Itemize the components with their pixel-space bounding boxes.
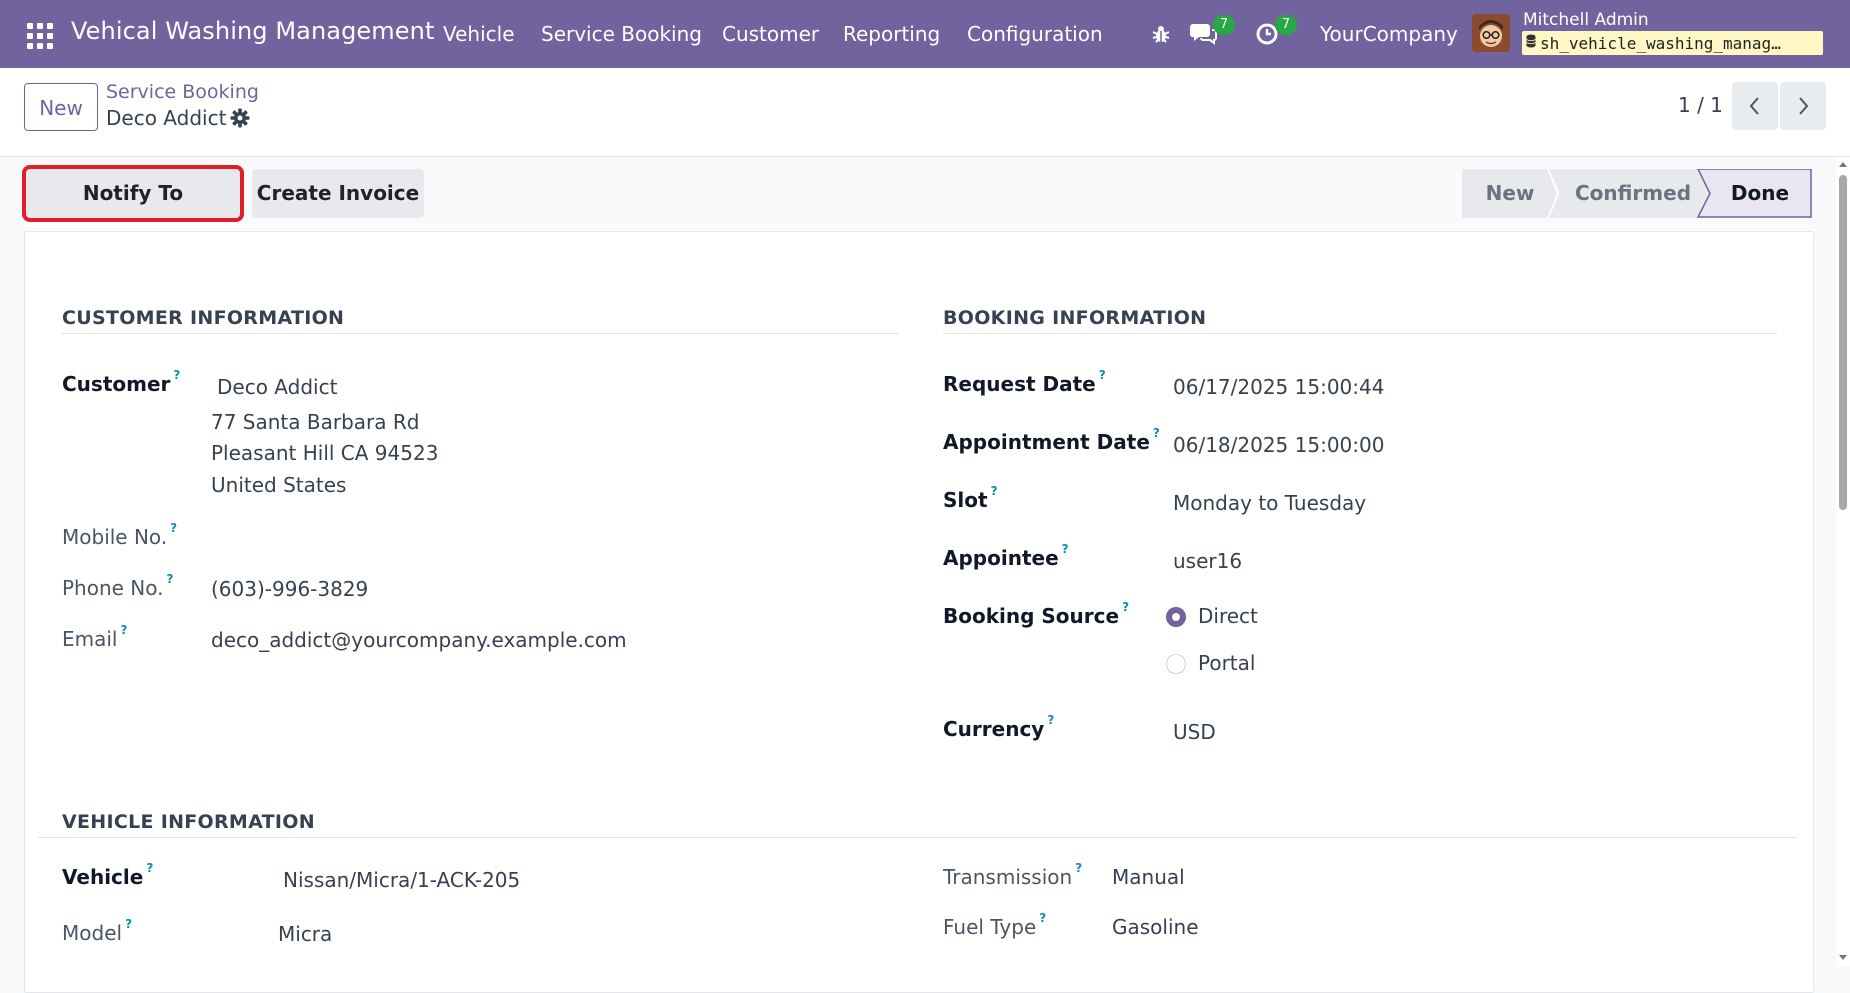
stage-confirmed[interactable]: Confirmed: [1558, 169, 1708, 218]
help-tooltip-icon: ?: [120, 623, 128, 638]
booking-information-title: BOOKING INFORMATION: [943, 307, 1207, 329]
customer-address-line2: Pleasant Hill CA 94523: [211, 441, 439, 465]
scrollbar-thumb[interactable]: [1839, 175, 1847, 510]
currency-field[interactable]: USD: [1173, 720, 1216, 744]
pager-previous-button[interactable]: [1732, 82, 1778, 130]
menu-vehicle[interactable]: Vehicle: [443, 22, 515, 46]
vehicle-label: Vehicle?: [62, 861, 154, 889]
menu-service-booking[interactable]: Service Booking: [541, 22, 702, 46]
database-icon: [1526, 31, 1536, 55]
appointee-label: Appointee?: [943, 542, 1069, 570]
top-navbar: Vehical Washing Management Vehicle Servi…: [0, 0, 1850, 68]
mobile-field[interactable]: [211, 525, 811, 551]
messages-count-badge: 7: [1213, 15, 1235, 35]
user-name[interactable]: Mitchell Admin: [1523, 10, 1649, 30]
pager-next-button[interactable]: [1780, 82, 1826, 130]
appointment-date-field[interactable]: 06/18/2025 15:00:00: [1173, 433, 1384, 457]
phone-label: Phone No.?: [62, 572, 174, 600]
help-tooltip-icon: ?: [125, 917, 133, 932]
stage-done[interactable]: Done: [1710, 169, 1810, 218]
vehicle-information-title: VEHICLE INFORMATION: [62, 811, 315, 833]
menu-reporting[interactable]: Reporting: [843, 22, 940, 46]
slot-label: Slot?: [943, 484, 998, 512]
model-label: Model?: [62, 917, 133, 945]
help-tooltip-icon: ?: [1061, 542, 1069, 557]
breadcrumb-parent[interactable]: Service Booking: [106, 81, 259, 103]
new-record-button[interactable]: New: [24, 83, 98, 131]
customer-name-field[interactable]: Deco Addict: [217, 375, 337, 399]
pager-value[interactable]: 1 / 1: [1678, 93, 1723, 117]
debug-bug-icon[interactable]: [1150, 23, 1172, 49]
vehicle-section-divider: [37, 837, 1797, 838]
booking-source-portal-radio[interactable]: [1166, 654, 1186, 674]
help-tooltip-icon: ?: [170, 521, 178, 536]
fuel-type-label: Fuel Type?: [943, 911, 1047, 939]
menu-customer[interactable]: Customer: [722, 22, 819, 46]
database-name-badge: sh_vehicle_washing_manag…: [1522, 31, 1823, 55]
currency-label: Currency?: [943, 713, 1055, 741]
transmission-label: Transmission?: [943, 861, 1083, 889]
help-tooltip-icon: ?: [1047, 713, 1055, 728]
customer-information-title: CUSTOMER INFORMATION: [62, 307, 345, 329]
create-invoice-button[interactable]: Create Invoice: [252, 169, 424, 218]
user-avatar[interactable]: [1472, 14, 1510, 52]
app-brand[interactable]: Vehical Washing Management: [71, 17, 434, 45]
help-tooltip-icon: ?: [1039, 911, 1047, 926]
booking-source-label: Booking Source?: [943, 600, 1130, 628]
request-date-label: Request Date?: [943, 368, 1106, 396]
help-tooltip-icon: ?: [146, 861, 154, 876]
email-field[interactable]: deco_addict@yourcompany.example.com: [211, 628, 627, 652]
stage-new[interactable]: New: [1462, 169, 1558, 218]
chevron-right-icon: [1799, 97, 1809, 115]
booking-section-divider: [943, 333, 1777, 334]
scroll-up-arrow-icon[interactable]: [1838, 160, 1848, 170]
slot-field[interactable]: Monday to Tuesday: [1173, 491, 1366, 515]
email-label: Email?: [62, 623, 128, 651]
customer-section-divider: [62, 333, 898, 334]
appointee-field[interactable]: user16: [1173, 549, 1242, 573]
booking-source-direct-radio[interactable]: [1166, 607, 1186, 627]
help-tooltip-icon: ?: [1075, 861, 1083, 876]
fuel-type-field[interactable]: Gasoline: [1112, 915, 1199, 939]
mobile-label: Mobile No.?: [62, 521, 178, 549]
help-tooltip-icon: ?: [166, 572, 174, 587]
help-tooltip-icon: ?: [990, 484, 998, 499]
company-switcher[interactable]: YourCompany: [1320, 22, 1458, 46]
breadcrumb-current: Deco Addict: [106, 106, 227, 130]
booking-source-portal-label[interactable]: Portal: [1198, 651, 1255, 675]
request-date-field[interactable]: 06/17/2025 15:00:44: [1173, 375, 1384, 399]
customer-address-line1: 77 Santa Barbara Rd: [211, 410, 420, 434]
menu-configuration[interactable]: Configuration: [967, 22, 1103, 46]
customer-address-line3: United States: [211, 473, 347, 497]
vehicle-field[interactable]: Nissan/Micra/1-ACK-205: [283, 868, 520, 892]
help-tooltip-icon: ?: [173, 368, 181, 383]
database-name: sh_vehicle_washing_manag…: [1540, 34, 1781, 53]
gear-icon[interactable]: [230, 108, 250, 132]
form-sheet: CUSTOMER INFORMATION Customer? Deco Addi…: [24, 231, 1814, 993]
control-panel: New Service Booking Deco Addict 1 / 1: [0, 68, 1850, 157]
model-field[interactable]: Micra: [278, 922, 332, 946]
transmission-field[interactable]: Manual: [1112, 865, 1185, 889]
help-tooltip-icon: ?: [1152, 426, 1160, 441]
notify-customer-button[interactable]: Notify To Customer: [22, 165, 244, 254]
phone-field[interactable]: (603)-996-3829: [211, 577, 368, 601]
booking-source-direct-label[interactable]: Direct: [1198, 604, 1258, 628]
apps-menu-icon[interactable]: [27, 23, 53, 49]
help-tooltip-icon: ?: [1122, 600, 1130, 615]
appointment-date-label: Appointment Date?: [943, 426, 1160, 454]
help-tooltip-icon: ?: [1098, 368, 1106, 383]
chevron-left-icon: [1749, 97, 1759, 115]
customer-label: Customer?: [62, 368, 181, 396]
scroll-down-arrow-icon[interactable]: [1838, 952, 1848, 962]
activities-count-badge: 7: [1275, 15, 1297, 35]
